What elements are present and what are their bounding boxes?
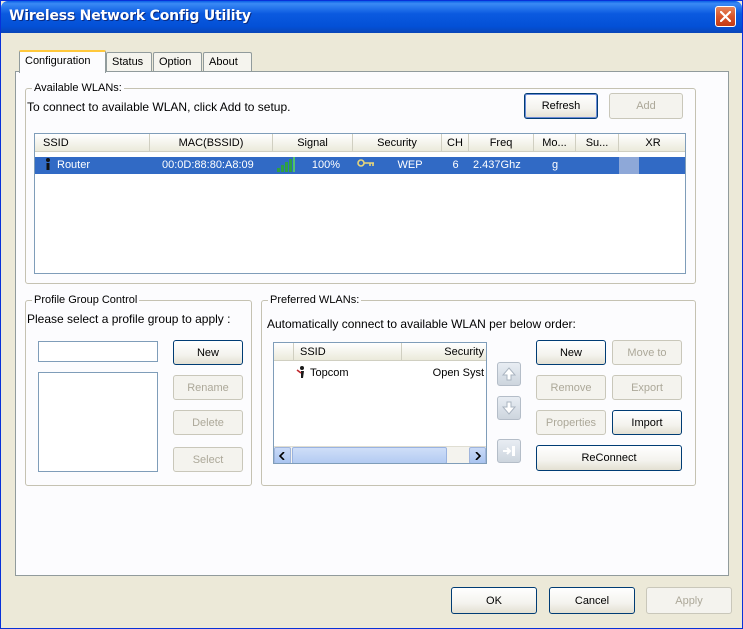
move-to-button[interactable]: Move to — [612, 340, 682, 365]
title-bar[interactable]: Wireless Network Config Utility — [1, 1, 742, 33]
profile-group-instruction: Please select a profile group to apply : — [27, 312, 231, 326]
add-label: Add — [636, 100, 656, 112]
preferred-wlans-header: SSID Security — [274, 343, 486, 361]
tab-status[interactable]: Status — [106, 52, 152, 72]
cell-freq: 2.437Ghz — [473, 159, 521, 171]
col-security[interactable]: Security — [353, 134, 442, 152]
properties-button[interactable]: Properties — [536, 410, 606, 435]
move-up-button[interactable] — [497, 362, 521, 386]
chevron-right-icon — [475, 451, 481, 460]
scroll-right-button[interactable] — [469, 447, 486, 463]
export-label: Export — [631, 381, 663, 394]
preferred-wlans-instruction: Automatically connect to available WLAN … — [267, 317, 576, 331]
main-window: Wireless Network Config Utility Configur… — [0, 0, 743, 629]
cell-pref-security: Open Syst — [432, 367, 484, 379]
export-button[interactable]: Export — [612, 375, 682, 400]
cell-signal: 100% — [311, 159, 341, 171]
cell-xr-indicator — [619, 157, 639, 174]
chevron-left-icon — [279, 451, 285, 460]
ok-button[interactable]: OK — [451, 587, 537, 614]
arrow-up-icon — [501, 367, 517, 381]
cell-mode: g — [551, 159, 559, 171]
preferred-new-label: New — [559, 346, 582, 359]
cancel-button[interactable]: Cancel — [549, 587, 635, 614]
col-pref-security[interactable]: Security — [402, 343, 486, 361]
cell-pref-ssid: Topcom — [310, 367, 349, 379]
horizontal-scrollbar[interactable] — [274, 446, 486, 463]
tab-label: Option — [159, 56, 192, 68]
scroll-thumb[interactable] — [292, 447, 447, 463]
ok-label: OK — [486, 594, 502, 607]
signal-bars-icon — [276, 157, 298, 174]
close-button[interactable] — [715, 6, 736, 27]
profile-new-label: New — [196, 346, 219, 359]
available-wlans-header: SSID MAC(BSSID) Signal Security CH Freq … — [35, 134, 685, 152]
col-su[interactable]: Su... — [576, 134, 619, 152]
cell-security: WEP — [397, 159, 423, 171]
col-pref-ssid[interactable]: SSID — [294, 343, 402, 361]
tab-label: Status — [112, 56, 144, 68]
scroll-left-button[interactable] — [274, 447, 291, 463]
preferred-wlans-list[interactable]: SSID Security Topcom Open Syst — [273, 342, 487, 464]
close-icon — [720, 11, 731, 22]
profile-group-title: Profile Group Control — [32, 293, 140, 307]
window-title: Wireless Network Config Utility — [9, 8, 251, 24]
arrow-down-icon — [501, 401, 517, 415]
move-to-label: Move to — [627, 346, 667, 359]
remove-label: Remove — [550, 381, 592, 394]
move-down-button[interactable] — [497, 396, 521, 420]
refresh-button[interactable]: Refresh — [524, 93, 598, 119]
preferred-new-button[interactable]: New — [536, 340, 606, 365]
col-ch[interactable]: CH — [442, 134, 469, 152]
available-wlans-title: Available WLANs: — [32, 81, 124, 95]
person-icon — [43, 157, 53, 174]
apply-label: Apply — [675, 594, 703, 607]
import-label: Import — [631, 416, 663, 429]
available-wlans-instruction: To connect to available WLAN, click Add … — [27, 100, 291, 114]
reconnect-label: ReConnect — [581, 452, 637, 464]
cell-mac: 00:0D:88:80:A8:09 — [162, 159, 254, 171]
cell-ch: 6 — [452, 159, 459, 171]
profile-icon — [296, 365, 308, 382]
col-signal[interactable]: Signal — [273, 134, 353, 152]
table-row[interactable]: Router 00:0D:88:80:A8:09 100% WEP 6 2.43… — [35, 157, 685, 174]
delete-label: Delete — [192, 416, 224, 429]
select-button[interactable]: Select — [173, 447, 243, 472]
delete-button[interactable]: Delete — [173, 410, 243, 435]
properties-label: Properties — [545, 416, 597, 429]
tab-label: Configuration — [25, 55, 91, 67]
tab-label: About — [209, 56, 238, 68]
rename-button[interactable]: Rename — [173, 375, 243, 400]
select-label: Select — [192, 453, 224, 466]
apply-button[interactable]: Apply — [646, 587, 732, 614]
move-to-icon — [503, 446, 515, 456]
tab-option[interactable]: Option — [153, 52, 202, 72]
table-row[interactable]: Topcom Open Syst — [274, 365, 486, 382]
key-icon — [357, 157, 377, 174]
move-to-bottom-button[interactable] — [497, 439, 521, 463]
profile-new-button[interactable]: New — [173, 340, 243, 365]
tab-about[interactable]: About — [203, 52, 252, 72]
col-mode[interactable]: Mo... — [534, 134, 576, 152]
add-button[interactable]: Add — [609, 93, 683, 119]
reconnect-button[interactable]: ReConnect — [536, 445, 682, 471]
col-blank — [274, 343, 294, 361]
remove-button[interactable]: Remove — [536, 375, 606, 400]
col-xr[interactable]: XR — [619, 134, 685, 152]
profile-group-list[interactable] — [38, 372, 158, 472]
available-wlans-list[interactable]: SSID MAC(BSSID) Signal Security CH Freq … — [34, 133, 686, 274]
col-ssid[interactable]: SSID — [35, 134, 150, 152]
col-mac[interactable]: MAC(BSSID) — [150, 134, 273, 152]
refresh-label: Refresh — [541, 100, 581, 112]
preferred-wlans-title: Preferred WLANs: — [268, 293, 362, 307]
cancel-label: Cancel — [574, 594, 610, 607]
cell-ssid: Router — [57, 159, 91, 171]
profile-group-input[interactable] — [38, 341, 158, 362]
col-freq[interactable]: Freq — [469, 134, 534, 152]
rename-label: Rename — [187, 381, 229, 394]
import-button[interactable]: Import — [612, 410, 682, 435]
tab-configuration[interactable]: Configuration — [19, 50, 106, 73]
